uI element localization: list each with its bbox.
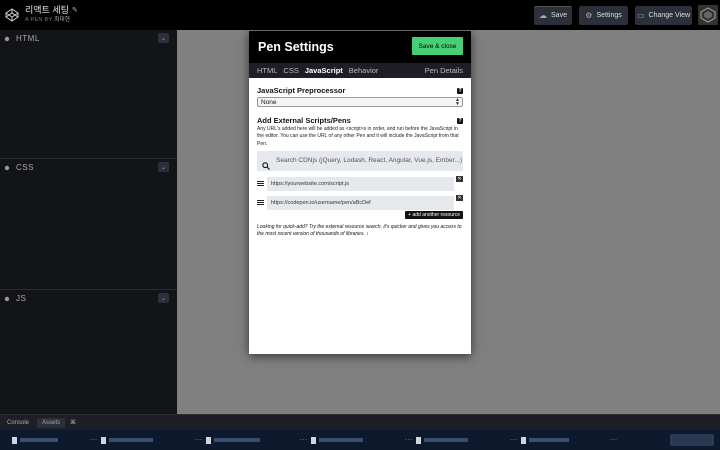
document-icon	[415, 436, 421, 444]
resource-url-input[interactable]: https://codepen.io/username/pen/aBcDef	[267, 195, 454, 210]
external-description: Any URL's added here will be added as <s…	[257, 126, 459, 147]
add-resource-row: + add another resource	[257, 210, 463, 219]
document-icon	[520, 436, 526, 444]
document-icon	[100, 436, 106, 444]
byline: A PEN BY 최대현	[25, 18, 78, 24]
more-icon: ···	[405, 437, 413, 443]
task-item[interactable]: ···	[195, 436, 260, 444]
resource-url-input[interactable]: https://yourwebsite.com/script.js	[267, 176, 454, 191]
help-icon[interactable]: ?	[457, 117, 463, 124]
chevron-down-icon[interactable]: ⌄	[158, 33, 169, 43]
resource-row: https://yourwebsite.com/script.js ✕	[257, 175, 463, 191]
quick-add-hint: Looking for quick-add? Try the external …	[257, 223, 462, 237]
pen-title-block: 리액트 세팅 ✎ A PEN BY 최대현	[25, 6, 78, 24]
gear-icon: ⚙	[585, 10, 593, 20]
tab-html[interactable]: HTML	[257, 66, 277, 75]
search-placeholder: Search CDNjs (jQuery, Lodash, React, Ang…	[276, 157, 463, 165]
tab-behavior[interactable]: Behavior	[349, 66, 379, 75]
keyboard-shortcut-icon[interactable]: ⌘	[70, 419, 76, 426]
codepen-logo-icon[interactable]	[4, 7, 20, 23]
drag-handle-icon[interactable]	[257, 200, 264, 206]
byline-prefix: A PEN BY	[25, 17, 53, 24]
tab-pen-details[interactable]: Pen Details	[425, 66, 463, 75]
editor-column: HTML ⌄ CSS ⌄ JS ⌄	[0, 30, 177, 414]
js-editor-header: JS ⌄	[0, 290, 177, 307]
more-icon: ···	[510, 437, 518, 443]
task-item[interactable]: ···	[405, 436, 468, 444]
css-editor-label: CSS	[16, 163, 34, 172]
layout-icon: ▭	[636, 10, 645, 20]
task-item[interactable]: ···	[510, 436, 569, 444]
modal-title: Pen Settings	[258, 40, 334, 54]
modal-tabs: HTML CSS JavaScript Behavior Pen Details	[249, 63, 471, 78]
preprocessor-select[interactable]: None ▲ ▼	[257, 97, 463, 107]
external-title: Add External Scripts/Pens	[257, 116, 351, 125]
resource-row: https://codepen.io/username/pen/aBcDef ✕	[257, 194, 463, 210]
modal-body: JavaScript Preprocessor ? None ▲ ▼ Add Ex…	[249, 78, 471, 238]
bottom-bar: Console Assets ⌘	[0, 414, 720, 430]
avatar[interactable]	[698, 5, 718, 25]
js-settings-icon[interactable]	[4, 296, 10, 302]
js-editor-label: JS	[16, 294, 27, 303]
search-icon	[262, 157, 270, 170]
header-actions: ☁ Save ⚙ Settings ▭ Change View	[527, 0, 720, 30]
more-icon: ···	[300, 437, 308, 443]
assets-button[interactable]: Assets	[37, 417, 66, 428]
chevron-down-icon[interactable]: ⌄	[158, 162, 169, 172]
top-header: 리액트 세팅 ✎ A PEN BY 최대현 ☁ Save ⚙ Settings …	[0, 0, 720, 30]
tab-css[interactable]: CSS	[283, 66, 298, 75]
modal-header: Pen Settings Save & close	[249, 31, 471, 63]
settings-label: Settings	[596, 11, 622, 19]
preprocessor-title: JavaScript Preprocessor	[257, 86, 346, 95]
pen-settings-modal: Pen Settings Save & close HTML CSS JavaS…	[249, 31, 471, 354]
html-editor-header: HTML ⌄	[0, 30, 177, 47]
more-icon: ···	[610, 437, 618, 443]
save-button[interactable]: ☁ Save	[534, 5, 572, 25]
document-icon	[205, 436, 211, 444]
os-taskbar: ··· ··· ··· ··· ··· ···	[0, 430, 720, 450]
preprocessor-selected-value: None	[261, 98, 277, 106]
task-item[interactable]: ···	[610, 436, 618, 444]
more-icon: ···	[90, 437, 98, 443]
change-view-label: Change View	[648, 11, 691, 19]
html-editor[interactable]: HTML ⌄	[0, 30, 177, 158]
cloud-icon: ☁	[539, 11, 548, 20]
taskbar-button[interactable]	[670, 434, 714, 446]
css-settings-icon[interactable]	[4, 165, 10, 171]
add-resource-button[interactable]: + add another resource	[405, 210, 463, 219]
css-editor-header: CSS ⌄	[0, 159, 177, 176]
task-item[interactable]: ···	[300, 436, 363, 444]
remove-resource-close-icon[interactable]: ✕	[456, 175, 463, 182]
select-arrows-icon: ▲ ▼	[455, 97, 460, 107]
more-icon: ···	[195, 437, 203, 443]
task-item[interactable]	[12, 436, 58, 444]
change-view-button[interactable]: ▭ Change View	[635, 5, 692, 25]
html-settings-icon[interactable]	[4, 36, 10, 42]
console-button[interactable]: Console	[2, 418, 34, 428]
drag-handle-icon[interactable]	[257, 181, 264, 187]
edit-pencil-icon[interactable]: ✎	[72, 7, 78, 14]
preprocessor-header: JavaScript Preprocessor ?	[257, 86, 463, 95]
js-editor[interactable]: JS ⌄	[0, 289, 177, 414]
save-label: Save	[551, 12, 567, 19]
document-icon	[310, 436, 316, 444]
css-editor[interactable]: CSS ⌄	[0, 158, 177, 289]
remove-resource-close-icon[interactable]: ✕	[456, 194, 463, 201]
document-icon	[12, 436, 17, 444]
cdnjs-search-input[interactable]: Search CDNjs (jQuery, Lodash, React, Ang…	[257, 150, 463, 171]
save-close-button[interactable]: Save & close	[412, 37, 463, 55]
settings-button[interactable]: ⚙ Settings	[579, 5, 628, 25]
author-name[interactable]: 최대현	[54, 17, 70, 24]
tab-javascript[interactable]: JavaScript	[305, 66, 343, 75]
help-icon[interactable]: ?	[457, 87, 463, 94]
chevron-down-icon[interactable]: ⌄	[158, 293, 169, 303]
task-item[interactable]: ···	[90, 436, 153, 444]
html-editor-label: HTML	[16, 34, 40, 43]
external-header: Add External Scripts/Pens ?	[257, 116, 463, 125]
pen-title[interactable]: 리액트 세팅	[25, 6, 69, 15]
